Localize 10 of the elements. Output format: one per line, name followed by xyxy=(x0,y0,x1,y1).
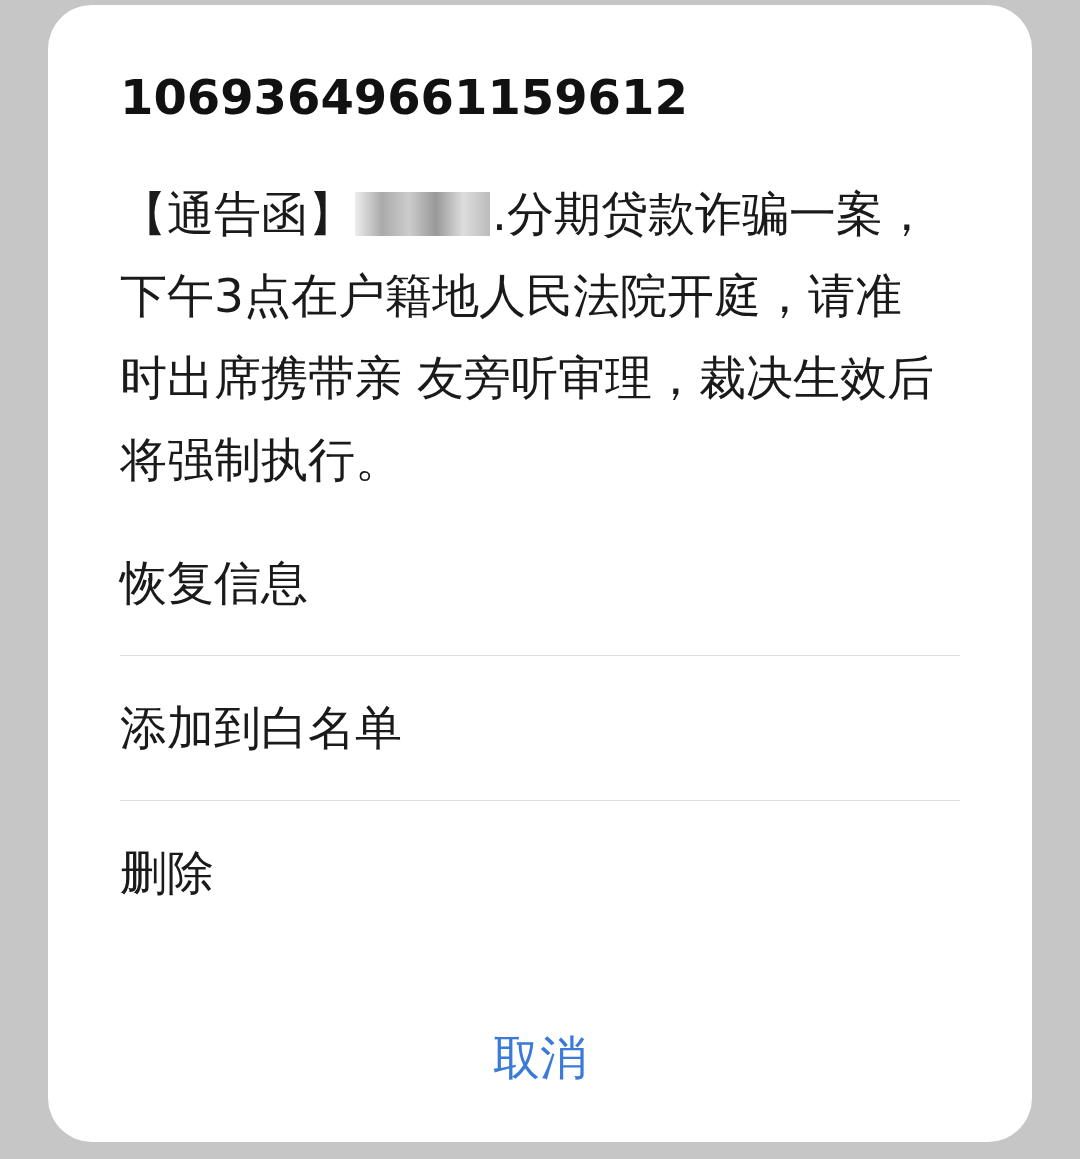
menu-item[interactable]: 添加到白名单 xyxy=(120,656,960,801)
menu-item[interactable]: 删除 xyxy=(120,801,960,946)
message-text: 下午3点在户籍地人民法院开庭，请准 xyxy=(120,267,902,325)
message-text: 将强制执行。 xyxy=(120,431,402,489)
cancel-button[interactable]: 取消 xyxy=(493,1027,587,1090)
message-text: 时出席携带亲 友旁听审理，裁决生效后 xyxy=(120,349,934,407)
message-text: .分期贷款诈骗一案， xyxy=(492,185,930,243)
menu-item[interactable]: 恢复信息 xyxy=(120,511,960,656)
message-text: 【通告函】 xyxy=(120,185,355,243)
dialog-title: 10693649661159612 xyxy=(120,68,688,127)
